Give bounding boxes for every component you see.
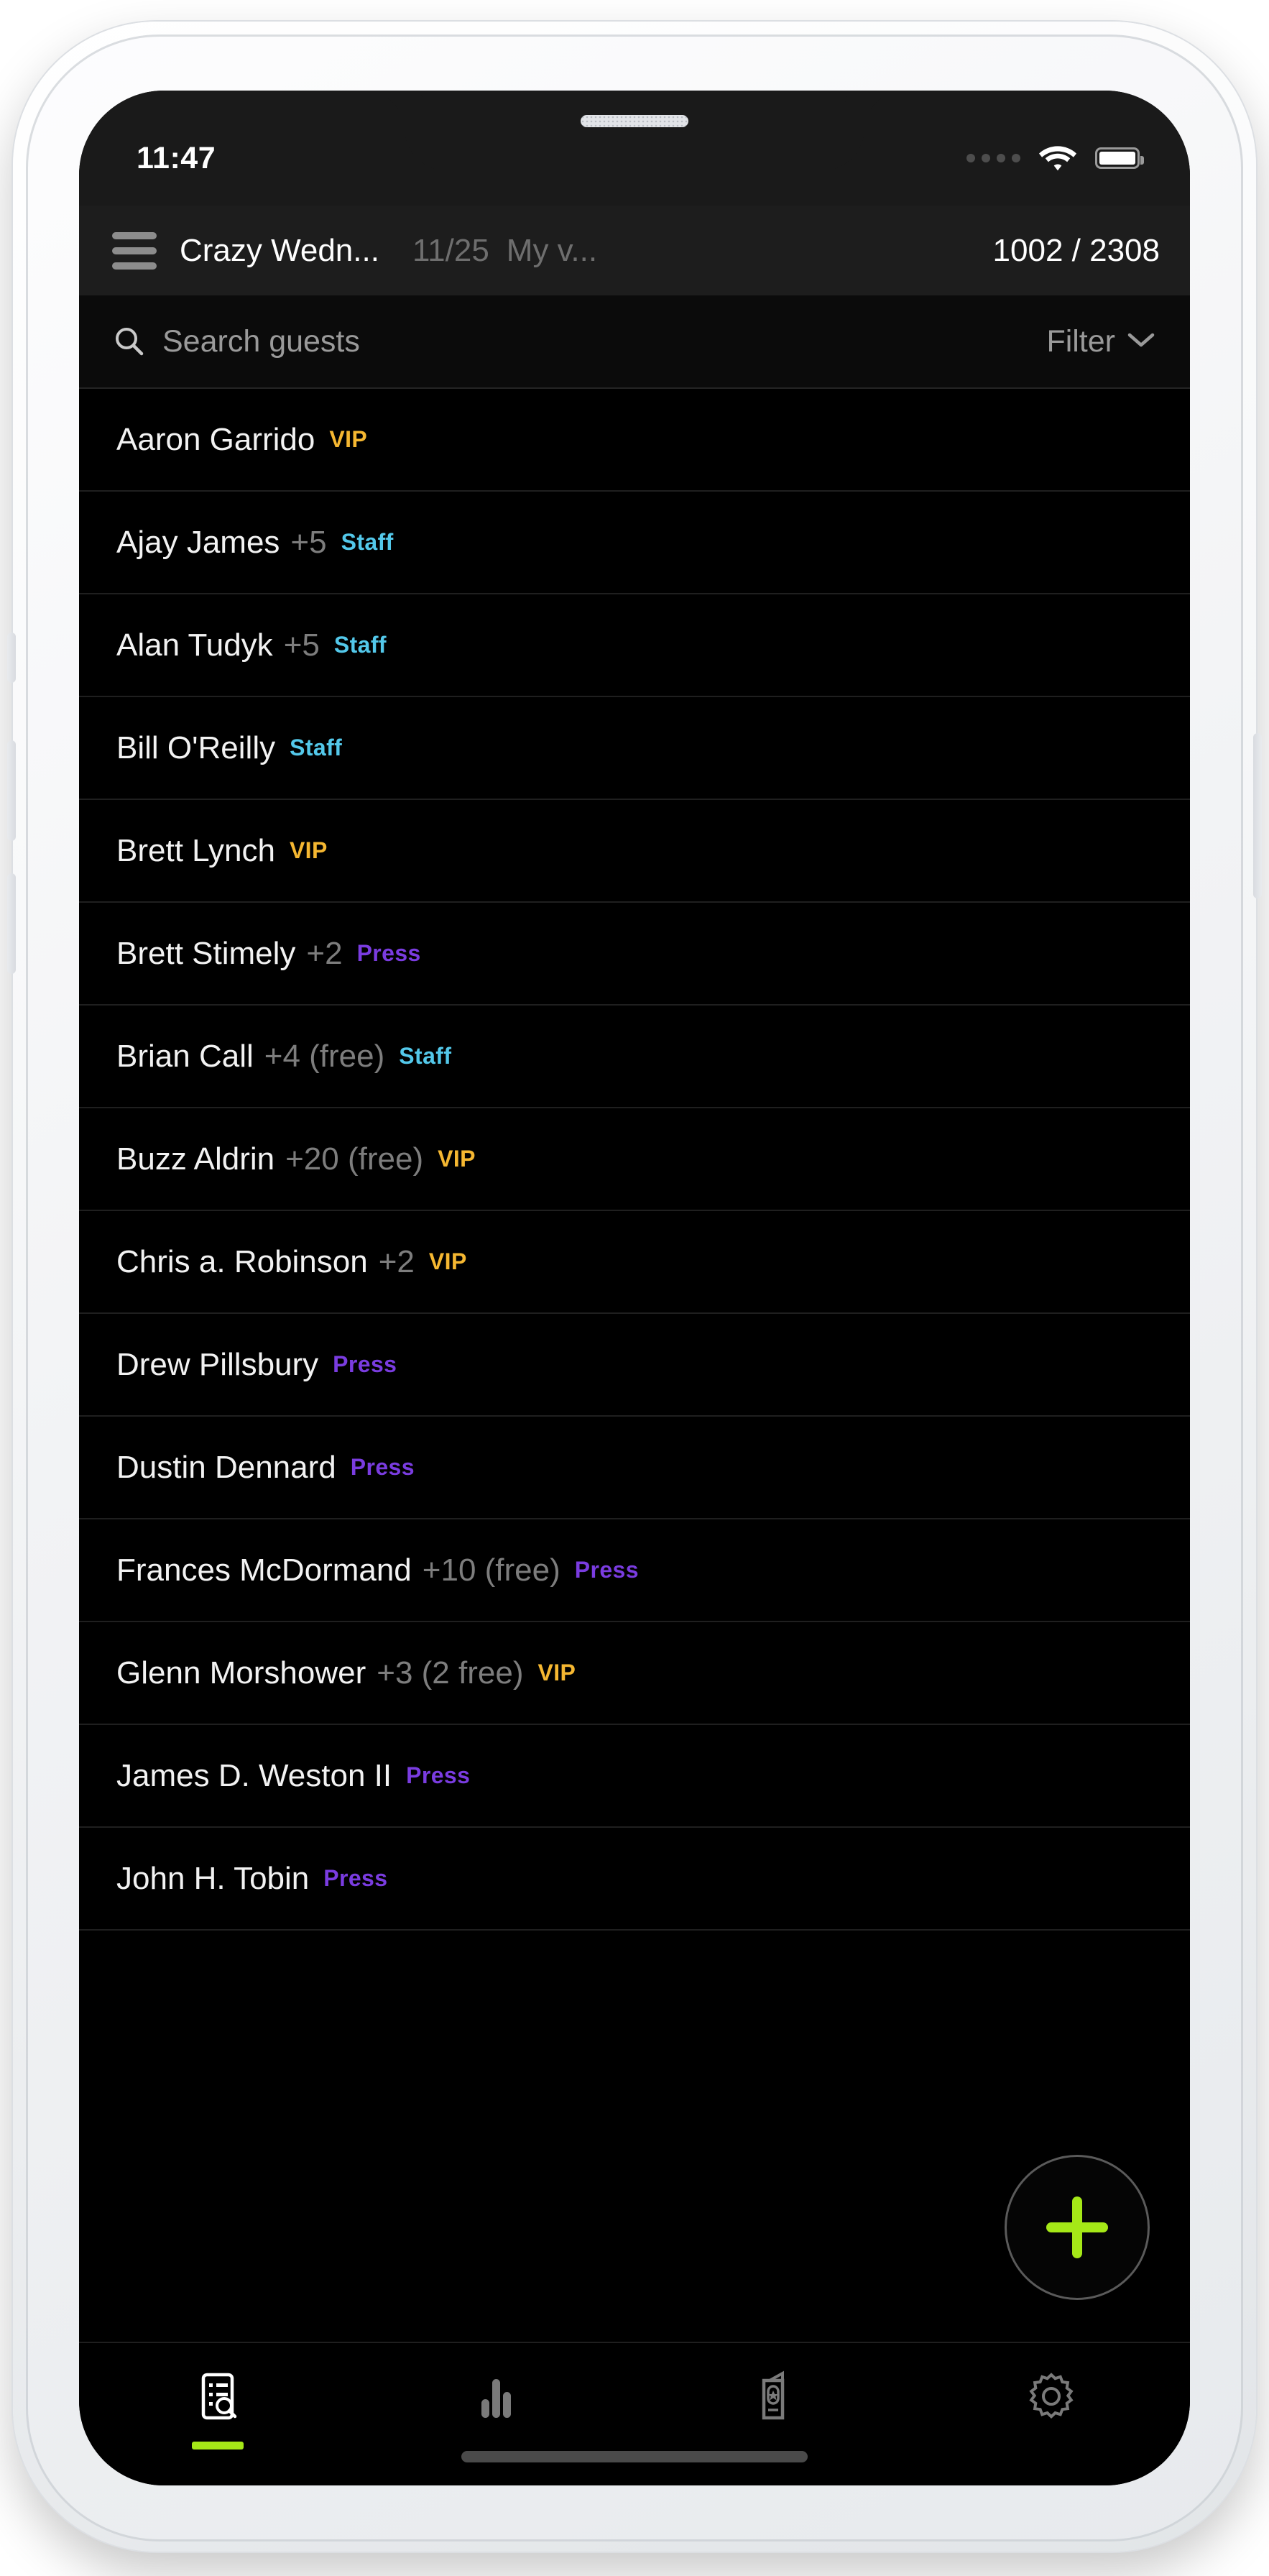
guest-row[interactable]: Dustin Dennard Press	[79, 1417, 1190, 1519]
guest-row[interactable]: Frances McDormand +10 (free) Press	[79, 1519, 1190, 1622]
filter-button[interactable]: Filter	[1046, 324, 1155, 359]
guest-plus-count: +5	[283, 627, 320, 663]
phone-screen: 11:47 Crazy Wedn... 11/25 My v... 1002 /…	[79, 91, 1190, 2485]
guest-plus-count: +3 (2 free)	[377, 1655, 524, 1690]
guest-tag-badge: Press	[333, 1351, 397, 1377]
search-icon	[114, 326, 145, 357]
nav-item-tickets[interactable]	[634, 2343, 913, 2450]
guest-plus-count: +5	[290, 524, 327, 560]
filter-label: Filter	[1046, 323, 1115, 359]
plus-icon	[1046, 2196, 1108, 2258]
search-bar: Filter	[79, 295, 1190, 389]
home-indicator[interactable]	[461, 2451, 808, 2462]
nav-item-settings[interactable]	[913, 2343, 1191, 2450]
guest-name: Drew Pillsbury	[116, 1346, 319, 1382]
hamburger-menu-icon[interactable]	[112, 231, 157, 270]
search-input[interactable]	[162, 323, 1047, 359]
guest-row[interactable]: Buzz Aldrin +20 (free) VIP	[79, 1108, 1190, 1211]
nav-item-statistics[interactable]	[357, 2343, 635, 2450]
guest-row[interactable]: Brett Stimely +2 Press	[79, 903, 1190, 1006]
power-button[interactable]	[1253, 733, 1262, 898]
guest-name: Dustin Dennard	[116, 1449, 336, 1485]
earpiece-speaker	[581, 115, 688, 127]
bottom-navigation	[79, 2342, 1190, 2485]
volume-down-button[interactable]	[7, 873, 16, 974]
guest-plus-count: +2	[378, 1243, 415, 1279]
guest-row[interactable]: Alan Tudyk +5 Staff	[79, 594, 1190, 697]
guest-plus-count: +10 (free)	[422, 1552, 560, 1588]
gear-icon	[1024, 2369, 1079, 2427]
status-bar-time: 11:47	[137, 140, 216, 175]
bar-chart-icon	[469, 2369, 523, 2427]
guest-tag-badge: VIP	[537, 1660, 576, 1685]
ticket-star-icon	[746, 2369, 800, 2427]
guest-row[interactable]: John H. Tobin Press	[79, 1828, 1190, 1931]
wifi-icon	[1039, 144, 1076, 172]
event-venue: My v...	[506, 232, 598, 268]
guest-tag-badge: VIP	[329, 426, 368, 452]
guest-tag-badge: VIP	[438, 1146, 476, 1172]
mute-switch-button[interactable]	[7, 632, 16, 683]
guest-row[interactable]: Brett Lynch VIP	[79, 800, 1190, 903]
guest-tag-badge: Press	[574, 1557, 639, 1583]
guest-tag-badge: Staff	[399, 1043, 452, 1069]
chevron-down-icon	[1127, 331, 1155, 353]
guest-tag-badge: Staff	[333, 632, 387, 658]
signal-dots-icon	[966, 154, 1020, 162]
guest-plus-count: +20 (free)	[285, 1141, 424, 1177]
app-header: Crazy Wedn... 11/25 My v... 1002 / 2308	[79, 206, 1190, 295]
guest-plus-count: +2	[306, 935, 343, 971]
guest-row[interactable]: Ajay James +5 Staff	[79, 492, 1190, 594]
guest-name: Buzz Aldrin	[116, 1141, 275, 1177]
guest-name: Chris a. Robinson	[116, 1243, 368, 1279]
guest-name: Glenn Morshower	[116, 1655, 366, 1690]
guest-row[interactable]: Brian Call +4 (free) Staff	[79, 1006, 1190, 1108]
guest-name: John H. Tobin	[116, 1860, 310, 1896]
guest-tag-badge: Press	[350, 1454, 415, 1480]
guest-tag-badge: Staff	[290, 735, 343, 760]
guest-tag-badge: Press	[323, 1865, 388, 1891]
guest-name: Brian Call	[116, 1038, 254, 1074]
guest-row[interactable]: James D. Weston II Press	[79, 1725, 1190, 1828]
guest-name: James D. Weston II	[116, 1757, 392, 1793]
guest-tag-badge: VIP	[428, 1248, 467, 1274]
event-title[interactable]: Crazy Wedn...	[180, 233, 379, 269]
guest-tag-badge: VIP	[289, 837, 328, 863]
guest-name: Bill O'Reilly	[116, 730, 276, 765]
guest-row[interactable]: Bill O'Reilly Staff	[79, 697, 1190, 800]
nav-active-indicator	[192, 2442, 244, 2450]
status-bar-indicators	[966, 144, 1144, 172]
guest-name: Frances McDormand	[116, 1552, 412, 1588]
nav-item-guest-list[interactable]	[79, 2343, 357, 2450]
guest-list[interactable]: Aaron Garrido VIP Ajay James +5 Staff Alan Tu…	[79, 389, 1190, 2342]
guest-tag-badge: Press	[356, 940, 421, 966]
battery-full-icon	[1095, 147, 1144, 169]
guest-count-badge: 1002 / 2308	[992, 232, 1160, 268]
guest-tag-badge: Staff	[341, 529, 394, 555]
guest-row[interactable]: Chris a. Robinson +2 VIP	[79, 1211, 1190, 1314]
guest-plus-count: +4 (free)	[264, 1038, 385, 1074]
guest-name: Brett Lynch	[116, 832, 275, 868]
guest-name: Alan Tudyk	[116, 627, 273, 663]
add-guest-fab[interactable]	[1005, 2155, 1150, 2300]
device-notch	[405, 91, 864, 171]
event-date: 11/25	[412, 232, 489, 268]
volume-up-button[interactable]	[7, 740, 16, 841]
guest-row[interactable]: Drew Pillsbury Press	[79, 1314, 1190, 1417]
guest-name: Brett Stimely	[116, 935, 296, 971]
guest-row[interactable]: Glenn Morshower +3 (2 free) VIP	[79, 1622, 1190, 1725]
guest-list-search-icon	[190, 2369, 245, 2427]
guest-name: Aaron Garrido	[116, 421, 315, 457]
guest-row[interactable]: Aaron Garrido VIP	[79, 389, 1190, 492]
guest-name: Ajay James	[116, 524, 280, 560]
guest-tag-badge: Press	[406, 1762, 471, 1788]
